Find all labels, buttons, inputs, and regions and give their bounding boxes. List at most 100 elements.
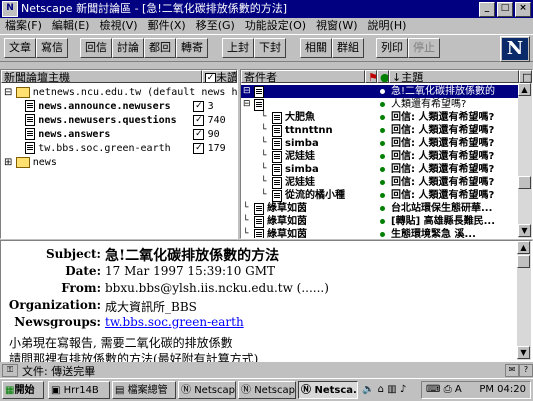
unread-dot-icon[interactable]: [380, 154, 385, 159]
unread-dot-icon[interactable]: [380, 167, 385, 172]
thread-row[interactable]: └ 綠草如茵 生態環境緊急 溪...: [241, 228, 518, 238]
folder-name-header[interactable]: 新聞論壇主機: [1, 70, 202, 83]
thread-row[interactable]: └ 從流的橘小種 回信: 人類還有希望嗎?: [241, 189, 518, 202]
unread-dot-icon[interactable]: [380, 102, 385, 107]
menu-window[interactable]: 視窗(W): [311, 18, 362, 34]
collapse-icon[interactable]: ⊟: [4, 87, 12, 98]
stop-button[interactable]: 停止: [408, 38, 440, 58]
clock[interactable]: PM 04:20: [479, 382, 526, 398]
menu-message[interactable]: 郵件(X): [143, 18, 191, 34]
column-picker[interactable]: □: [519, 70, 532, 83]
menu-help[interactable]: 說明(H): [363, 18, 412, 34]
menu-file[interactable]: 檔案(F): [0, 18, 47, 34]
message-body-line1: 小弟現在寫報告, 需要二氧化碳的排放係數: [9, 336, 233, 350]
tree-line-icon: └: [243, 203, 249, 213]
thread-row[interactable]: └ 大肥魚 回信: 人類還有希望嗎?: [241, 111, 518, 124]
reply-button[interactable]: 回信: [80, 38, 112, 58]
help-icon[interactable]: ?: [519, 364, 533, 377]
mail-icon[interactable]: ✉: [505, 364, 519, 377]
sender-header[interactable]: 寄件者: [241, 70, 365, 83]
thread-row[interactable]: └ ttnnttnn 回信: 人類還有希望嗎?: [241, 124, 518, 137]
taskbar-item-active[interactable]: Ⓝ Netsca...: [298, 381, 358, 399]
menu-go[interactable]: 移至(G): [191, 18, 240, 34]
flag-column-header[interactable]: ⚑: [365, 70, 377, 83]
newsgroup-row-selected[interactable]: tw.bbs.soc.green-earth ✓ 179: [25, 142, 237, 155]
thread-button[interactable]: 相關: [300, 38, 332, 58]
thread-scrollbar[interactable]: ▲ ▼: [518, 83, 532, 238]
news-server[interactable]: ⊟ netnews.ncu.edu.tw (default news host): [4, 86, 237, 99]
subject-header[interactable]: ↓主題: [389, 70, 519, 83]
scroll-down-arrow-icon[interactable]: ▼: [517, 346, 530, 359]
start-button[interactable]: ▦開始: [2, 381, 44, 399]
local-folder-row[interactable]: ⊞ news: [4, 156, 57, 169]
newsgroups-link[interactable]: tw.bbs.soc.green-earth: [105, 315, 244, 329]
network-icon[interactable]: ⌂: [378, 384, 384, 395]
scroll-thumb[interactable]: [517, 255, 530, 268]
expand-icon[interactable]: ⊞: [4, 157, 12, 168]
unread-dot-icon[interactable]: [380, 115, 385, 120]
thread-row[interactable]: └ 綠草如茵 [轉貼] 高雄縣長難民...: [241, 215, 518, 228]
unread-dot-icon[interactable]: [380, 232, 385, 237]
collapse-icon[interactable]: ⊟: [243, 98, 253, 111]
taskbar-item[interactable]: ▣ Hrr14B: [48, 381, 110, 399]
minimize-button[interactable]: _: [479, 1, 495, 17]
thread-row[interactable]: └ simba 回信: 人類還有希望嗎?: [241, 163, 518, 176]
subscribed-checkbox[interactable]: ✓: [193, 100, 205, 112]
thread-row[interactable]: └ simba 回信: 人類還有希望嗎?: [241, 137, 518, 150]
unread-dot-icon[interactable]: [380, 219, 385, 224]
system-tray: ⌨ ⎙ A PM 04:20: [421, 381, 531, 399]
volume-icon[interactable]: ♪: [400, 384, 406, 395]
unread-dot-icon[interactable]: [380, 89, 385, 94]
unread-dot-icon[interactable]: [380, 206, 385, 211]
input-method-icon[interactable]: A: [455, 384, 462, 395]
thread-row[interactable]: └ 綠草如茵 台北站環保生態研華...: [241, 202, 518, 215]
close-button[interactable]: ×: [515, 1, 531, 17]
next-message-button[interactable]: 下封: [254, 38, 286, 58]
scroll-thumb[interactable]: [518, 176, 531, 189]
scroll-up-arrow-icon[interactable]: ▲: [517, 241, 530, 254]
thread-row-selected[interactable]: ⊟ 急!二氧化碳排放係數的: [241, 85, 518, 98]
post-reply-button[interactable]: 討論: [112, 38, 144, 58]
scroll-up-arrow-icon[interactable]: ▲: [518, 83, 531, 96]
unread-dot-icon[interactable]: [380, 193, 385, 198]
thread-row[interactable]: └ 泥娃娃 回信: 人類還有希望嗎?: [241, 150, 518, 163]
forward-button[interactable]: 轉寄: [176, 38, 208, 58]
title-bar[interactable]: N Netscape 新聞討論區 - [急!二氧化碳排放係數的方法] _ □ ×: [0, 0, 533, 18]
unread-dot-icon[interactable]: [380, 180, 385, 185]
subscribed-checkbox[interactable]: ✓: [193, 114, 205, 126]
unread-header[interactable]: ✓ 未讀: [202, 70, 237, 83]
subscribed-checkbox[interactable]: ✓: [193, 142, 205, 154]
keyboard-icon[interactable]: ⌨: [426, 384, 440, 395]
newsgroup-row[interactable]: news.announce.newusers ✓ 3: [25, 100, 237, 113]
security-key-icon[interactable]: ⚿: [2, 364, 18, 377]
compose-mail-button[interactable]: 寫信: [36, 38, 68, 58]
group-button[interactable]: 群組: [332, 38, 364, 58]
subscribed-checkbox[interactable]: ✓: [193, 128, 205, 140]
unread-dot-icon[interactable]: [380, 141, 385, 146]
print-button[interactable]: 列印: [376, 38, 408, 58]
thread-row[interactable]: └ 泥娃娃 回信: 人類還有希望嗎?: [241, 176, 518, 189]
menu-view[interactable]: 檢視(V): [94, 18, 142, 34]
menu-edit[interactable]: 編輯(E): [47, 18, 95, 34]
newsgroup-row[interactable]: news.newusers.questions ✓ 740: [25, 114, 237, 127]
taskbar-item[interactable]: ▤ 檔案總管: [112, 381, 176, 399]
preview-scrollbar[interactable]: ▲ ▼: [517, 241, 531, 360]
thread-subject: 人類還有希望嗎?: [391, 99, 467, 110]
menu-options[interactable]: 功能設定(O): [240, 18, 311, 34]
read-column-header[interactable]: ●: [377, 70, 389, 83]
scroll-down-arrow-icon[interactable]: ▼: [518, 224, 531, 237]
newsgroup-row[interactable]: news.answers ✓ 90: [25, 128, 237, 141]
unread-dot-icon[interactable]: [380, 128, 385, 133]
reply-all-button[interactable]: 都回: [144, 38, 176, 58]
netscape-app-icon[interactable]: N: [2, 1, 18, 17]
collapse-icon[interactable]: ⊟: [243, 85, 253, 98]
taskbar-item[interactable]: Ⓝ Netscap: [178, 381, 236, 399]
chart-icon[interactable]: ▥: [387, 384, 396, 395]
taskbar-item[interactable]: Ⓝ Netscap: [238, 381, 296, 399]
maximize-button[interactable]: □: [497, 1, 513, 17]
new-article-button[interactable]: 文章: [4, 38, 36, 58]
previous-message-button[interactable]: 上封: [222, 38, 254, 58]
thread-row[interactable]: ⊟ 人類還有希望嗎?: [241, 98, 518, 111]
printer-icon[interactable]: ⎙: [444, 384, 452, 395]
speaker-icon[interactable]: 🔈: [362, 384, 374, 395]
